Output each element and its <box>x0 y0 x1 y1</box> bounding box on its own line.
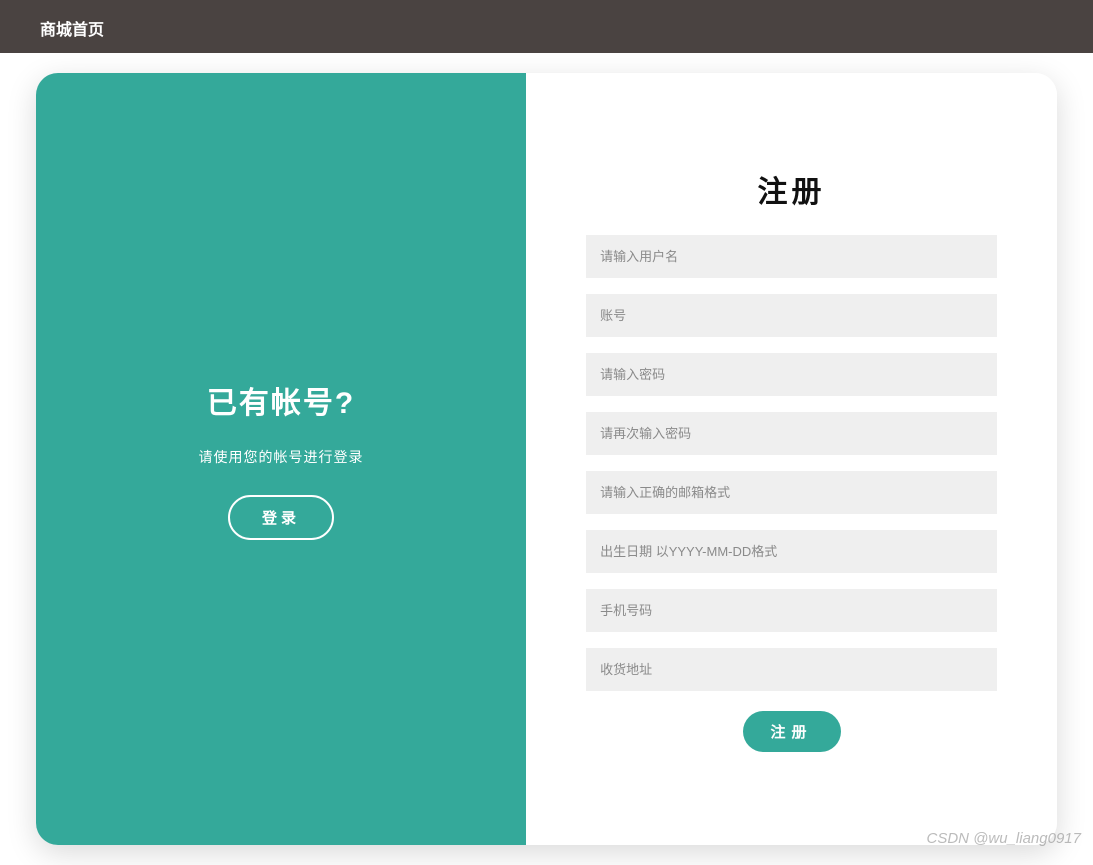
login-panel: 已有帐号? 请使用您的帐号进行登录 登录 <box>36 73 526 845</box>
header-bar: 商城首页 <box>0 3 1093 53</box>
submit-wrap: 注册 <box>586 711 997 752</box>
register-title: 注册 <box>586 167 997 211</box>
auth-card: 已有帐号? 请使用您的帐号进行登录 登录 注册 注册 <box>36 73 1057 845</box>
login-panel-subtitle: 请使用您的帐号进行登录 <box>199 447 364 467</box>
repassword-input[interactable] <box>586 412 997 455</box>
password-input[interactable] <box>586 353 997 396</box>
phone-input[interactable] <box>586 589 997 632</box>
email-input[interactable] <box>586 471 997 514</box>
register-button[interactable]: 注册 <box>743 711 841 752</box>
login-button[interactable]: 登录 <box>228 495 334 540</box>
birthday-input[interactable] <box>586 530 997 573</box>
address-input[interactable] <box>586 648 997 691</box>
account-input[interactable] <box>586 294 997 337</box>
register-panel: 注册 注册 <box>526 73 1057 845</box>
login-panel-title: 已有帐号? <box>207 378 355 422</box>
username-input[interactable] <box>586 235 997 278</box>
main-container: 已有帐号? 请使用您的帐号进行登录 登录 注册 注册 <box>0 53 1093 865</box>
header-title[interactable]: 商城首页 <box>40 22 104 39</box>
